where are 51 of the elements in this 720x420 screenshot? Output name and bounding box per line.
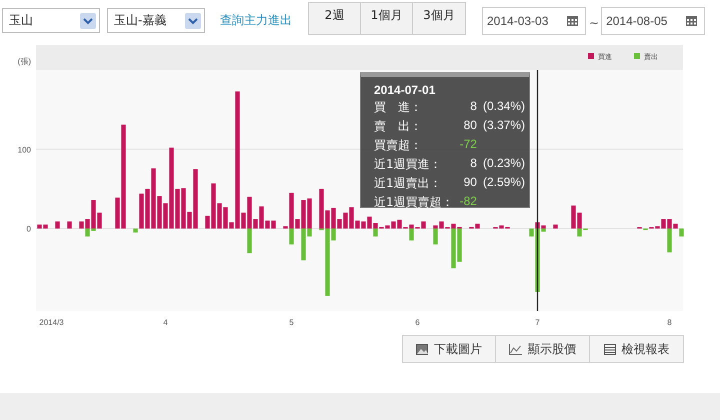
sell-bar <box>433 228 438 244</box>
x-axis-label: 2014/3 <box>39 318 64 327</box>
sell-bar <box>679 228 684 236</box>
tooltip-date: 2014-07-01 <box>374 83 436 97</box>
x-axis-label: 7 <box>535 318 540 327</box>
start-date-field[interactable]: 2014-03-03 <box>482 6 586 34</box>
sell-bar <box>667 228 672 252</box>
end-date-field[interactable]: 2014-08-05 <box>601 6 706 34</box>
tooltip-label: 近1週賣出： <box>374 175 443 192</box>
tooltip-value: 8 <box>469 99 477 115</box>
tooltip-label: 賣 出： <box>374 118 423 135</box>
x-axis-label: 4 <box>163 318 168 327</box>
sell-bar <box>289 228 294 244</box>
tooltip-percent: (0.23%) <box>482 156 526 172</box>
calendar-icon <box>567 15 578 26</box>
y-axis-label: 100 <box>18 145 31 154</box>
tooltip-percent: (3.37%) <box>482 118 526 134</box>
tooltip-label: 近1週買賣超： <box>374 194 454 211</box>
table-icon <box>604 344 616 354</box>
branch-select[interactable]: 玉山-嘉義 <box>107 8 205 33</box>
table-button[interactable]: 檢視報表 <box>590 335 684 363</box>
x-axis-label: 6 <box>415 318 420 327</box>
tooltip-value: -82 <box>460 194 477 210</box>
tooltip-value: 8 <box>469 156 477 172</box>
buy-bar <box>55 221 60 229</box>
tooltip-value: 80 <box>462 118 477 134</box>
calendar-icon <box>686 15 698 26</box>
line-chart-icon <box>509 344 522 354</box>
x-axis-label: 8 <box>667 318 672 327</box>
tooltip-label: 買賣超： <box>374 137 423 154</box>
y-axis-unit: (張) <box>18 57 31 66</box>
image-icon <box>416 344 428 354</box>
tooltip-percent: (0.34%) <box>482 99 526 115</box>
line-button[interactable]: 顯示股價 <box>496 335 590 363</box>
date-separator: ~ <box>589 16 600 30</box>
sell-bar <box>409 228 414 240</box>
sell-bar <box>373 228 378 236</box>
query-link[interactable]: 查詢主力進出 <box>220 12 292 29</box>
x-axis-label: 5 <box>289 318 294 327</box>
buy-bar <box>67 221 72 229</box>
sell-bar <box>133 228 138 233</box>
buy-bar <box>553 224 558 229</box>
image-button[interactable]: 下載圖片 <box>402 335 496 363</box>
tooltip-value: -72 <box>460 137 477 153</box>
tooltip-label: 買 進： <box>374 99 423 116</box>
y-axis-label: 0 <box>26 224 31 234</box>
tooltip-percent: (2.59%) <box>482 175 526 191</box>
sell-bar <box>247 228 252 254</box>
tooltip-value: 90 <box>462 175 477 191</box>
tooltip-label: 近1週買進： <box>374 156 443 173</box>
stock-select[interactable]: 玉山 <box>2 8 100 33</box>
